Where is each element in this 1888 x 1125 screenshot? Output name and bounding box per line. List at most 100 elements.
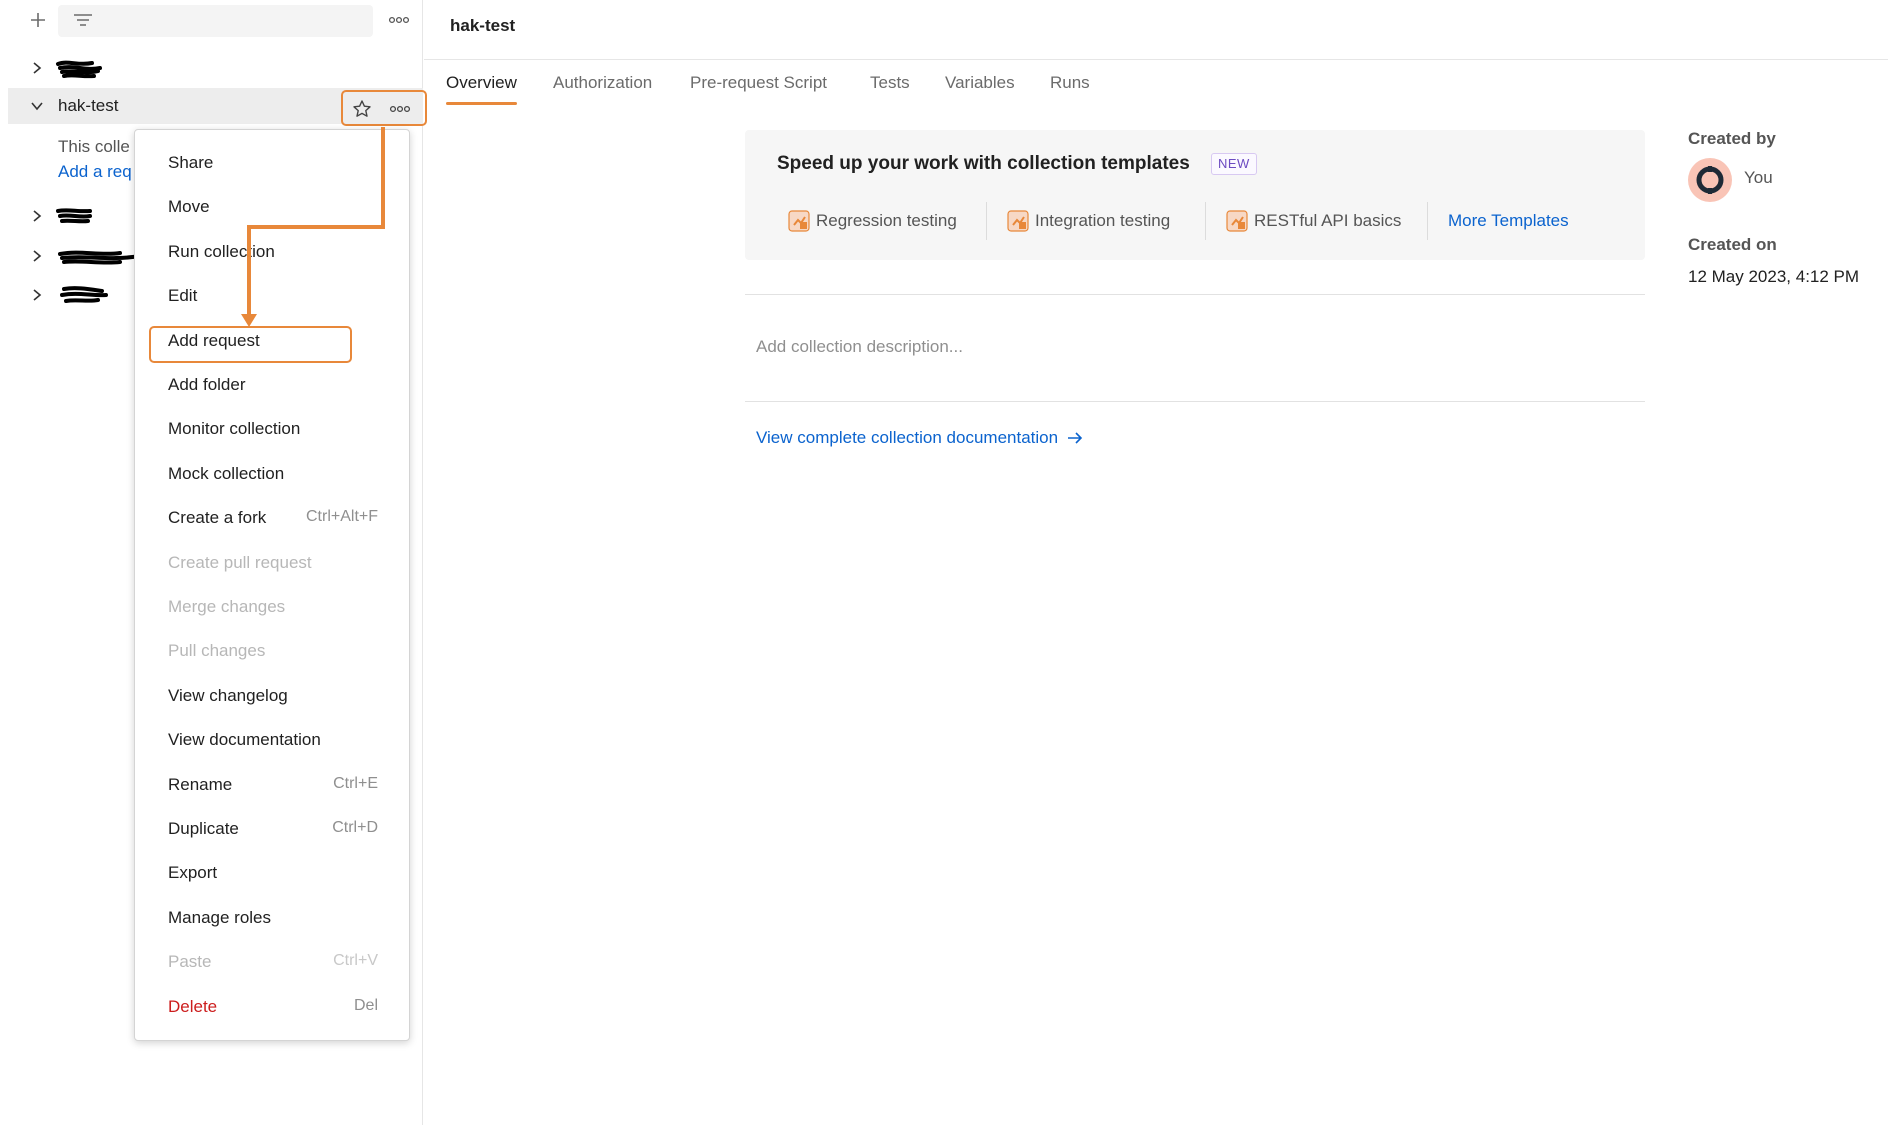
arrow-right-icon — [1068, 432, 1083, 444]
new-badge: NEW — [1211, 153, 1257, 175]
template-icon — [1007, 210, 1029, 232]
menu-item-label: Create a fork — [168, 508, 267, 528]
menu-item-paste: Paste Ctrl+V — [135, 943, 411, 981]
templates-banner: Speed up your work with collection templ… — [745, 130, 1645, 260]
chevron-right-icon[interactable] — [28, 247, 46, 265]
chevron-down-icon[interactable] — [28, 97, 46, 115]
plus-icon — [31, 13, 45, 27]
menu-item-export[interactable]: Export — [135, 854, 411, 892]
more-templates-link[interactable]: More Templates — [1448, 204, 1569, 238]
redaction-scribble — [60, 286, 108, 303]
collection-description-input[interactable]: Add collection description... — [756, 337, 963, 357]
collection-more-button[interactable] — [385, 98, 415, 120]
menu-item-shortcut: Ctrl+Alt+F — [305, 508, 378, 526]
collection-row-actions — [341, 90, 427, 126]
menu-item-shortcut: Ctrl+E — [333, 774, 378, 792]
tab-tests[interactable]: Tests — [870, 70, 910, 110]
sidebar-toolbar — [8, 0, 423, 44]
menu-item-share[interactable]: Share — [135, 144, 411, 182]
created-by-label: Created by — [1688, 129, 1776, 148]
documentation-link-label: View complete collection documentation — [756, 428, 1059, 447]
tab-overview[interactable]: Overview — [446, 70, 517, 110]
menu-item-manage-roles[interactable]: Manage roles — [135, 899, 411, 937]
created-on-value: 12 May 2023, 4:12 PM — [1688, 267, 1860, 286]
menu-item-label: Paste — [168, 952, 212, 972]
menu-item-shortcut: Ctrl+V — [333, 952, 378, 970]
menu-item-duplicate[interactable]: Duplicate Ctrl+D — [135, 810, 411, 848]
menu-item-view-documentation[interactable]: View documentation — [135, 721, 411, 759]
menu-item-label: Share — [168, 153, 214, 172]
menu-item-edit[interactable]: Edit — [135, 277, 411, 315]
menu-item-label: Rename — [168, 774, 233, 794]
tab-pre-request-script[interactable]: Pre-request Script — [690, 70, 827, 110]
redaction-scribble — [56, 208, 92, 224]
menu-item-run-collection[interactable]: Run collection — [135, 233, 411, 271]
menu-item-label: Export — [168, 863, 218, 883]
templates-title: Speed up your work with collection templ… — [777, 153, 1190, 174]
divider — [745, 294, 1645, 295]
collection-context-menu: Share Move Run collection Edit Add request Ad… — [134, 129, 410, 1041]
menu-item-label: Add folder — [168, 375, 246, 394]
template-icon — [1226, 210, 1248, 232]
main-content: hak-test Overview Authorization Pre-requ… — [424, 0, 1888, 1125]
template-regression-testing[interactable]: Regression testing — [788, 204, 957, 238]
tab-variables[interactable]: Variables — [945, 70, 1015, 110]
menu-item-mock-collection[interactable]: Mock collection — [135, 455, 411, 493]
divider — [1427, 202, 1428, 240]
menu-item-label: Duplicate — [168, 819, 239, 838]
created-on-label: Created on — [1688, 235, 1777, 254]
collection-name: hak-test — [58, 96, 119, 115]
menu-item-label: Delete — [168, 996, 218, 1016]
tab-authorization[interactable]: Authorization — [553, 70, 652, 110]
favorite-button[interactable] — [351, 98, 373, 120]
empty-collection-text: This colle — [58, 137, 130, 156]
menu-item-pull-changes: Pull changes — [135, 632, 411, 670]
menu-item-rename[interactable]: Rename Ctrl+E — [135, 766, 411, 804]
divider — [745, 401, 1645, 402]
menu-item-create-a-fork[interactable]: Create a fork Ctrl+Alt+F — [135, 499, 411, 537]
menu-item-monitor-collection[interactable]: Monitor collection — [135, 410, 411, 448]
template-label: Integration testing — [1035, 211, 1171, 230]
menu-item-label: Run collection — [168, 241, 275, 261]
menu-item-label: Pull changes — [168, 641, 266, 661]
filter-icon — [74, 14, 92, 26]
tab-runs[interactable]: Runs — [1050, 70, 1090, 110]
add-request-link[interactable]: Add a req — [58, 162, 132, 182]
template-integration-testing[interactable]: Integration testing — [1007, 204, 1170, 238]
chevron-right-icon[interactable] — [28, 59, 46, 77]
sidebar-more-button[interactable] — [385, 6, 413, 34]
template-icon — [788, 210, 810, 232]
menu-item-merge-changes: Merge changes — [135, 588, 411, 626]
redaction-scribble — [58, 250, 142, 265]
chevron-right-icon[interactable] — [28, 207, 46, 225]
user-avatar-icon — [1696, 166, 1724, 194]
view-documentation-link[interactable]: View complete collection documentation — [756, 428, 1084, 448]
menu-item-label: Create pull request — [168, 552, 312, 572]
more-horizontal-icon — [388, 16, 410, 24]
menu-item-shortcut: Del — [353, 996, 378, 1014]
page-title: hak-test — [450, 16, 516, 35]
divider — [424, 59, 1888, 60]
chevron-right-icon[interactable] — [28, 286, 46, 304]
menu-item-label: View documentation — [168, 730, 321, 750]
menu-item-label: Edit — [168, 286, 198, 306]
new-collection-button[interactable] — [24, 6, 52, 34]
menu-item-delete[interactable]: Delete Del — [135, 988, 411, 1026]
menu-item-shortcut: Ctrl+D — [332, 819, 378, 836]
template-restful-api-basics[interactable]: RESTful API basics — [1226, 204, 1401, 238]
menu-item-label: View changelog — [168, 685, 288, 705]
menu-item-view-changelog[interactable]: View changelog — [135, 677, 411, 715]
avatar[interactable] — [1688, 158, 1732, 202]
menu-item-add-folder[interactable]: Add folder — [135, 366, 411, 404]
menu-item-move[interactable]: Move — [135, 188, 411, 226]
more-horizontal-icon — [389, 105, 411, 113]
created-by-value: You — [1744, 168, 1773, 187]
menu-item-label: Mock collection — [168, 463, 285, 483]
collection-item[interactable] — [8, 50, 423, 86]
divider — [1205, 202, 1206, 240]
filter-input[interactable] — [58, 5, 373, 37]
add-request-highlight — [149, 326, 352, 363]
menu-item-label: Move — [168, 197, 210, 217]
menu-item-label: Merge changes — [168, 597, 286, 616]
menu-item-label: Manage roles — [168, 907, 272, 927]
